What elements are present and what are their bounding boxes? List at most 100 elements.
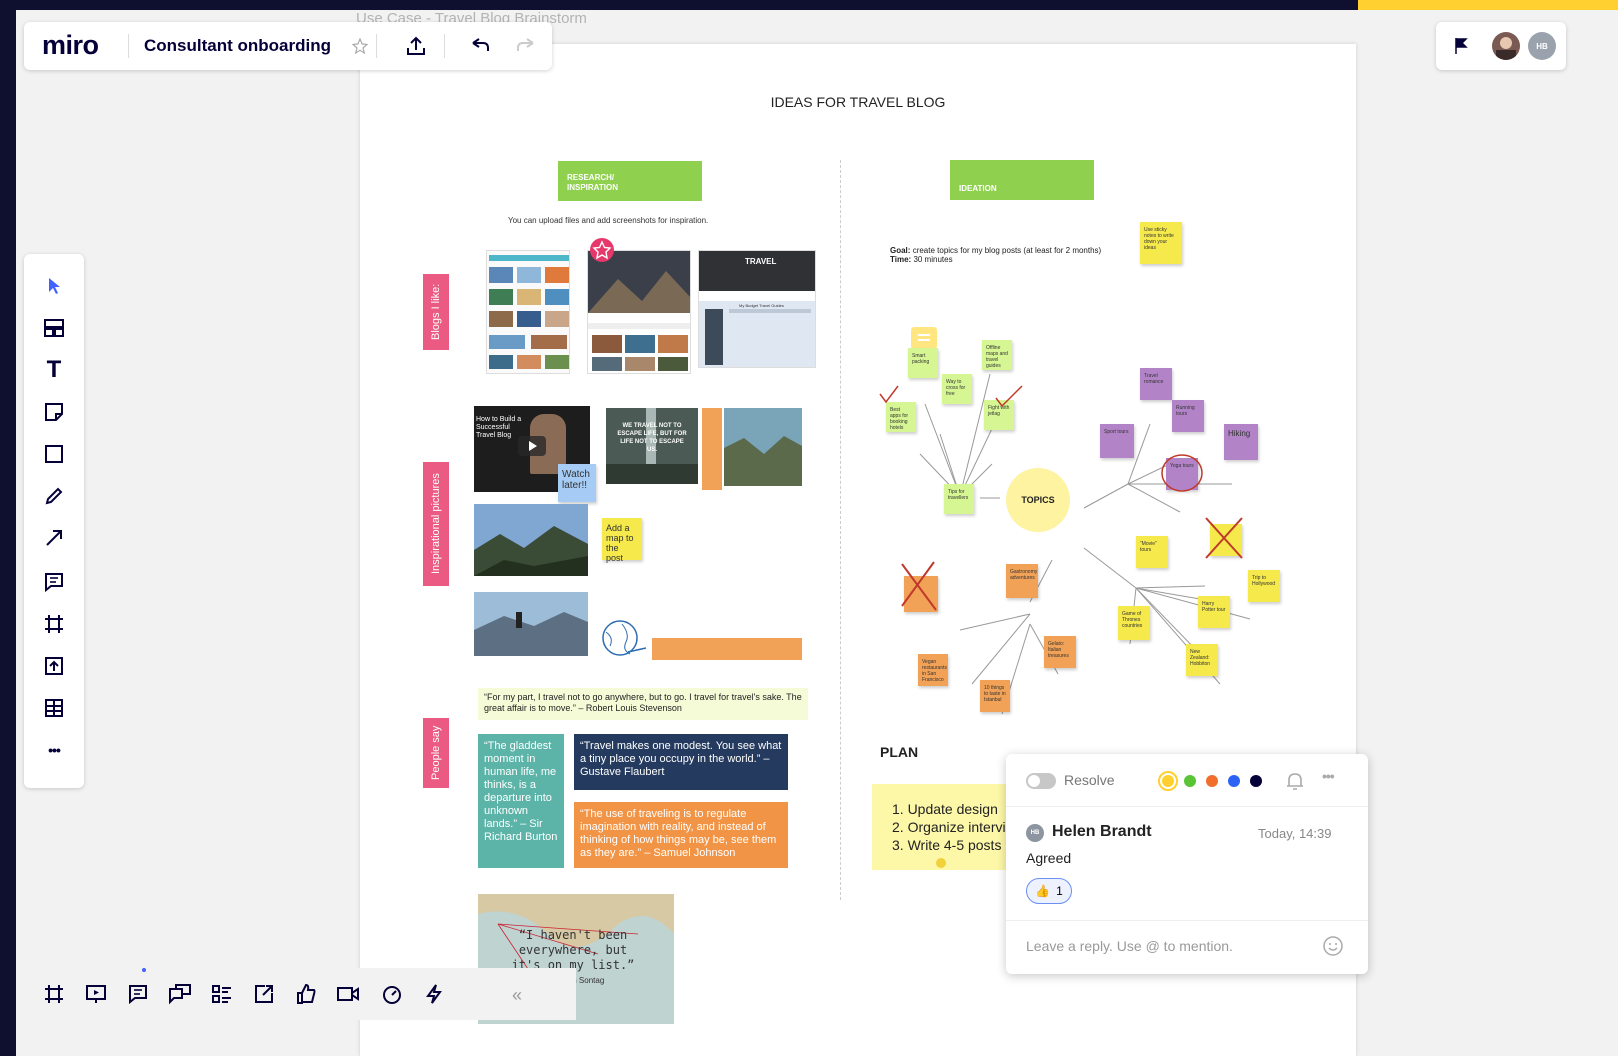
sticky-vegan[interactable]: Vegan restaurants in San Francisco: [918, 654, 948, 686]
select-icon[interactable]: [34, 266, 74, 306]
text-icon[interactable]: T: [34, 350, 74, 390]
sticky-hiking[interactable]: Hiking: [1224, 424, 1258, 460]
star-icon[interactable]: [342, 28, 378, 64]
sticky-travel-romance[interactable]: Travel romance: [1140, 368, 1172, 400]
sticky-istanbul[interactable]: 10 things to taste in Istanbul: [980, 680, 1010, 712]
color-blue[interactable]: [1228, 775, 1240, 787]
avatar[interactable]: HB: [1528, 32, 1556, 60]
color-yellow[interactable]: [1162, 775, 1174, 787]
redo-icon[interactable]: [508, 28, 544, 64]
color-orange[interactable]: [1206, 775, 1218, 787]
arrow-icon[interactable]: [34, 518, 74, 558]
topics-center[interactable]: TOPICS: [1006, 468, 1070, 532]
research-label[interactable]: RESEARCH/ INSPIRATION: [558, 161, 702, 201]
avatar[interactable]: [1492, 32, 1520, 60]
sticky-offline-maps[interactable]: Offline maps and travel guides: [982, 340, 1012, 370]
miro-logo[interactable]: miro: [42, 30, 99, 61]
bell-icon[interactable]: [1284, 770, 1306, 792]
circle-annotation: [1161, 454, 1203, 492]
upload-icon[interactable]: [398, 28, 434, 64]
cards-icon[interactable]: [204, 976, 240, 1012]
frame-icon[interactable]: [34, 604, 74, 644]
quote-burton[interactable]: “The gladdest moment in human life, me t…: [478, 734, 564, 868]
picture-waterfall[interactable]: WE TRAVEL NOT TO ESCAPE LIFE, BUT FOR LI…: [606, 408, 698, 484]
reply-input[interactable]: Leave a reply. Use @ to mention.: [1026, 938, 1233, 954]
sticky-hint[interactable]: Use sticky notes to write down your idea…: [1140, 222, 1182, 264]
picture-mountain-1[interactable]: [474, 504, 588, 576]
plan-title: PLAN: [880, 744, 919, 760]
left-toolbar: T •••: [24, 254, 84, 788]
color-navy[interactable]: [1250, 775, 1262, 787]
table-icon[interactable]: [34, 688, 74, 728]
timer-icon[interactable]: [374, 976, 410, 1012]
pen-icon[interactable]: [34, 476, 74, 516]
top-status-strip: [1358, 0, 1618, 10]
undo-icon[interactable]: [462, 28, 498, 64]
picture-mountain-2[interactable]: [474, 592, 588, 656]
sticky-movie-tours[interactable]: “Movie” tours: [1136, 536, 1168, 568]
resize-handle[interactable]: [936, 858, 946, 868]
tab-people[interactable]: People say: [423, 718, 449, 788]
orange-shape-bar[interactable]: [702, 408, 722, 490]
cursor-flag-icon[interactable]: [1452, 36, 1472, 56]
comment-icon[interactable]: [34, 562, 74, 602]
resolve-label[interactable]: Resolve: [1064, 772, 1115, 788]
quote-stevenson[interactable]: “For my part, I travel not to go anywher…: [478, 688, 808, 720]
frames-icon[interactable]: [36, 976, 72, 1012]
shape-icon[interactable]: [34, 434, 74, 474]
reaction-chip[interactable]: 👍 1: [1026, 878, 1072, 904]
comments-icon[interactable]: [120, 976, 156, 1012]
comment-avatar[interactable]: HB: [1026, 824, 1044, 842]
chat-icon[interactable]: [162, 976, 198, 1012]
ideation-label[interactable]: IDEATION: [950, 160, 1094, 200]
sticky-gastronomy[interactable]: Gastronomy adventures: [1006, 564, 1038, 598]
upload-icon[interactable]: [34, 646, 74, 686]
sticky-smart-packing[interactable]: Smart packing: [908, 348, 938, 378]
sticky-gelato[interactable]: Gelato: Italian treasures: [1044, 636, 1076, 668]
sticky-ways-to-cross[interactable]: Way to cross for free: [942, 374, 972, 404]
goal-label: Goal:: [890, 246, 911, 255]
quote-johnson[interactable]: “The use of traveling is to regulate ima…: [574, 802, 788, 868]
video-icon[interactable]: [330, 976, 366, 1012]
blog3-title: TRAVEL: [745, 257, 777, 266]
quote-flaubert[interactable]: “Travel makes one modest. You see what a…: [574, 734, 788, 790]
sticky-harry-potter[interactable]: Harry Potter tour: [1198, 596, 1230, 628]
tab-pictures[interactable]: Inspirational pictures: [423, 462, 449, 586]
lightning-icon[interactable]: [416, 976, 452, 1012]
sticky-sport-tours[interactable]: Sport tours: [1100, 424, 1134, 458]
sticky-tips[interactable]: Tips for travellers: [944, 484, 974, 514]
orange-shape-bar-2[interactable]: [652, 638, 802, 660]
blog-screenshot-3[interactable]: TRAVEL My Budget Travel Guides: [698, 250, 816, 368]
more-options-icon[interactable]: •••: [1322, 768, 1335, 784]
globe-icon[interactable]: [600, 618, 648, 660]
comment-author[interactable]: Helen Brandt: [1052, 823, 1152, 841]
presentation-icon[interactable]: [78, 976, 114, 1012]
play-icon[interactable]: [518, 436, 546, 456]
sticky-note-icon[interactable]: [34, 392, 74, 432]
blog-screenshot-2[interactable]: TRAVEL: [587, 250, 691, 374]
collapse-toolbar-icon[interactable]: «: [480, 972, 554, 1018]
sticky-got[interactable]: Game of Thrones countries: [1118, 606, 1150, 640]
blog-screenshot-1[interactable]: [486, 250, 570, 374]
divider: [1006, 920, 1368, 921]
comment-indicator-icon[interactable]: [911, 327, 937, 349]
sticky-new-zealand[interactable]: New Zealand: Hobbiton: [1186, 644, 1218, 676]
research-hint: You can upload files and add screenshots…: [508, 216, 709, 225]
checkmark-icon: [879, 385, 899, 404]
sticky-watch-later[interactable]: Watch later!!: [558, 464, 596, 502]
color-green[interactable]: [1184, 775, 1196, 787]
vote-icon[interactable]: [288, 976, 324, 1012]
templates-icon[interactable]: [34, 308, 74, 348]
resolve-toggle[interactable]: [1026, 773, 1056, 789]
more-icon[interactable]: •••: [34, 730, 74, 770]
board-name[interactable]: Consultant onboarding: [144, 36, 331, 56]
star-sticker[interactable]: [589, 237, 615, 263]
sticky-add-map[interactable]: Add a map to the post: [602, 518, 642, 563]
research-label-line1: RESEARCH/: [567, 173, 615, 182]
picture-canyon[interactable]: [724, 408, 802, 486]
share-screen-icon[interactable]: [246, 976, 282, 1012]
tab-blogs[interactable]: Blogs I like:: [423, 274, 449, 350]
sticky-running-tours[interactable]: Running tours: [1172, 400, 1204, 432]
sticky-trip-hollywood[interactable]: Trip to Hollywood: [1248, 570, 1280, 602]
emoji-icon[interactable]: [1322, 935, 1344, 957]
